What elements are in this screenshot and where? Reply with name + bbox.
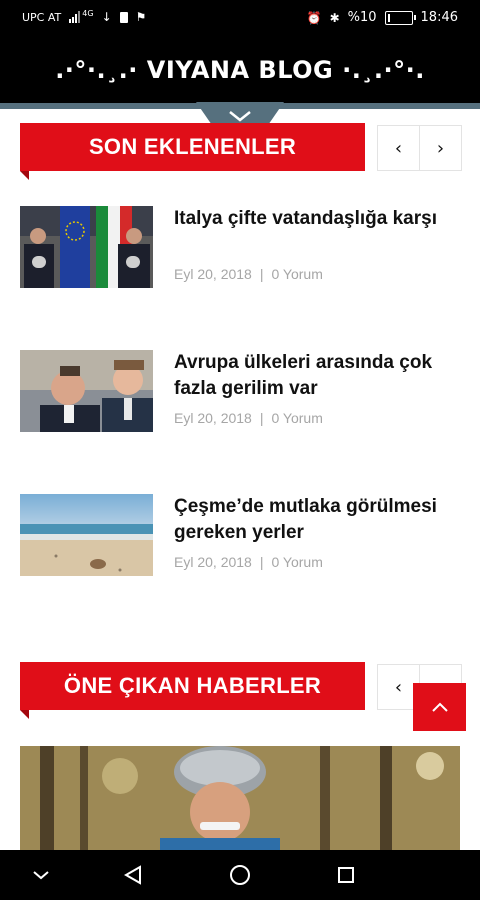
- back-triangle-icon: [123, 865, 141, 885]
- beach-photo-icon: [20, 494, 153, 576]
- post-thumbnail[interactable]: [20, 206, 153, 288]
- meta-separator: |: [259, 410, 264, 426]
- section-title: ÖNE ÇIKAN HABERLER: [20, 662, 365, 710]
- politicians-photo-icon: [20, 350, 153, 432]
- featured-section-header: ÖNE ÇIKAN HABERLER ‹ ›: [20, 662, 462, 719]
- section-title: SON EKLENENLER: [20, 123, 365, 171]
- prev-button[interactable]: ‹: [378, 126, 419, 170]
- post-meta: Eyl 20, 2018 | 0 Yorum: [174, 554, 323, 570]
- battery-percent: %10: [347, 10, 377, 25]
- battery-icon: [384, 11, 416, 25]
- post-comments[interactable]: 0 Yorum: [271, 410, 322, 426]
- recent-nav: ‹ ›: [377, 125, 462, 171]
- signal-type-label: 4G: [82, 8, 94, 18]
- post-title[interactable]: Avrupa ülkeleri arasında çok fazla geril…: [174, 350, 464, 402]
- post-meta: Eyl 20, 2018 | 0 Yorum: [174, 266, 323, 282]
- recent-section-header: SON EKLENENLER ‹ ›: [20, 123, 462, 180]
- post-meta: Eyl 20, 2018 | 0 Yorum: [174, 410, 323, 426]
- site-title[interactable]: .·°·.¸.· VIYANA BLOG ·.¸.·°·.: [55, 56, 425, 84]
- home-button[interactable]: [227, 862, 253, 888]
- signal-icon: [69, 11, 81, 23]
- banner-fold: [20, 710, 29, 719]
- chevron-down-icon: [229, 111, 251, 122]
- post-item[interactable]: Italya çifte vatandaşlığa karşı Eyl 20, …: [20, 206, 460, 296]
- system-nav-bar: [0, 850, 480, 900]
- clock: 18:46: [420, 10, 458, 25]
- alarm-icon: ⏰: [306, 10, 322, 25]
- press-conference-photo-icon: [20, 206, 153, 288]
- post-thumbnail[interactable]: [20, 350, 153, 432]
- post-title[interactable]: Çeşme’de mutlaka görülmesi gereken yerle…: [174, 494, 464, 546]
- post-date: Eyl 20, 2018: [174, 266, 252, 282]
- chevron-left-icon: ‹: [394, 676, 403, 698]
- post-date: Eyl 20, 2018: [174, 554, 252, 570]
- post-comments[interactable]: 0 Yorum: [271, 266, 322, 282]
- download-icon: ↓: [101, 10, 112, 24]
- chevron-right-icon: ›: [436, 137, 445, 159]
- post-item[interactable]: Avrupa ülkeleri arasında çok fazla geril…: [20, 350, 460, 440]
- cyclist-photo-icon: [20, 746, 460, 850]
- bluetooth-icon: ✱: [329, 10, 340, 25]
- chevron-down-icon: [33, 871, 49, 880]
- featured-image[interactable]: [20, 746, 460, 850]
- home-circle-icon: [230, 865, 250, 885]
- sim-icon: [119, 11, 128, 23]
- back-button[interactable]: [120, 862, 146, 888]
- recents-button[interactable]: [333, 862, 359, 888]
- post-item[interactable]: Çeşme’de mutlaka görülmesi gereken yerle…: [20, 494, 460, 584]
- scroll-to-top-button[interactable]: [413, 683, 466, 731]
- site-header: .·°·.¸.· VIYANA BLOG ·.¸.·°·.: [0, 36, 480, 106]
- hide-nav-button[interactable]: [28, 862, 54, 888]
- chevron-up-icon: [431, 702, 448, 712]
- status-bar: UPC AT 4G ↓ ⚑ ⏰ ✱ %10 18:46: [0, 0, 480, 36]
- meta-separator: |: [259, 554, 264, 570]
- recents-square-icon: [338, 867, 354, 883]
- banner-fold: [20, 171, 29, 180]
- chevron-left-icon: ‹: [394, 137, 403, 159]
- meta-separator: |: [259, 266, 264, 282]
- flag-icon: ⚑: [135, 10, 147, 24]
- post-title[interactable]: Italya çifte vatandaşlığa karşı: [174, 206, 464, 232]
- post-comments[interactable]: 0 Yorum: [271, 554, 322, 570]
- post-thumbnail[interactable]: [20, 494, 153, 576]
- post-date: Eyl 20, 2018: [174, 410, 252, 426]
- carrier-label: UPC AT: [22, 10, 62, 24]
- next-button[interactable]: ›: [419, 126, 461, 170]
